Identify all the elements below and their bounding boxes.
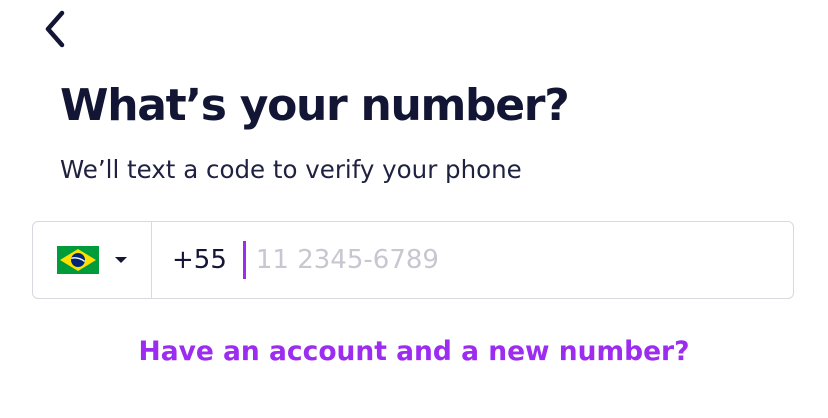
- caret-down-icon: [115, 257, 127, 263]
- existing-account-link[interactable]: Have an account and a new number?: [0, 332, 828, 372]
- phone-input[interactable]: [242, 241, 676, 279]
- dial-code: +55: [172, 245, 227, 275]
- page-title: What’s your number?: [60, 80, 570, 131]
- phone-entry: +55: [152, 222, 793, 298]
- page-subtitle: We’ll text a code to verify your phone: [60, 155, 522, 184]
- country-code-dropdown[interactable]: [33, 222, 152, 298]
- back-button[interactable]: [32, 6, 76, 52]
- brazil-flag-icon: [57, 246, 99, 274]
- phone-number-field: +55: [32, 221, 794, 299]
- chevron-left-icon: [45, 10, 65, 48]
